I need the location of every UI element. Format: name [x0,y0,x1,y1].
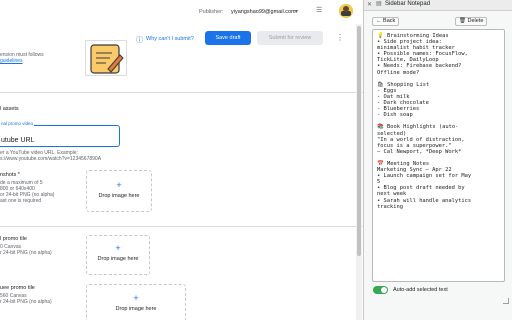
scrollbar-thumb[interactable] [357,26,361,256]
marquee-promo-desc-2: r 24-bit PNG (no alpha) [0,299,52,305]
marquee-promo-dropzone[interactable]: + Drop image here [86,284,186,320]
drop-label: Drop image here [97,256,139,262]
notepad-icon [90,44,124,74]
notepad-app-icon: ▤ [376,1,382,7]
divider [0,92,363,93]
save-draft-button[interactable]: Save draft [205,31,251,45]
panel-title: Sidebar Notepad [385,1,431,7]
guidelines-link[interactable]: guidelines [0,58,23,64]
plus-icon: + [115,243,121,253]
divider [0,226,363,227]
promo-help-line2: s://www.youtube.com/watch?v=1234567890A [0,156,102,162]
scrollbar[interactable] [356,24,362,320]
drop-label: Drop image here [98,193,140,199]
notes-content[interactable]: 💡 Brainstorming Ideas • Side project ide… [377,33,500,210]
help-icon[interactable]: ⓘ [136,35,143,45]
why-cant-submit-link[interactable]: Why can't I submit? [146,36,194,42]
drop-label: Drop image here [115,306,157,312]
auto-add-label: Auto-add selected text [393,287,448,293]
menu-icon[interactable]: ☰ [316,6,322,14]
publisher-email[interactable]: yiyangshao99@gmail.com [231,9,296,15]
screenshots-desc-4: ast one is required [0,198,42,204]
small-promo-dropzone[interactable]: + Drop image here [86,235,150,275]
auto-add-toggle[interactable] [373,286,388,294]
notes-textarea[interactable]: 💡 Brainstorming Ideas • Side project ide… [372,29,505,282]
small-promo-heading: l promo tile [0,236,27,242]
submit-for-review-button[interactable]: Submit for review [257,31,323,45]
extension-icon-preview [85,40,127,76]
plus-icon: + [116,180,122,190]
promo-video-input[interactable]: utube URL [1,137,34,144]
panel-resize-handle[interactable] [503,298,509,304]
small-promo-desc-2: r 24-bit PNG (no alpha) [0,250,52,256]
plus-icon: + [133,293,139,303]
web-store-page: Publisher: yiyangshao99@gmail.com ▾ ☰ ⓘ … [0,0,363,320]
screenshot-dropzone[interactable]: + Drop image here [86,170,152,212]
back-button[interactable]: ← Back [372,17,400,26]
screenshots-heading: nshots * [0,172,20,178]
more-vert-icon[interactable]: ⋮ [336,33,344,42]
sidebar-notepad-panel: ✕ ▤ Sidebar Notepad ← Back 🗑 Delete 💡 Br… [363,0,512,320]
promo-video-field[interactable]: utube URL [0,125,120,147]
publisher-label: Publisher: [199,9,224,15]
chevron-down-icon[interactable]: ▾ [295,8,298,15]
promo-video-label: nal promo video [0,121,35,126]
marquee-promo-heading: uee promo tile [0,285,35,291]
avatar[interactable] [339,4,353,18]
close-icon[interactable]: ✕ [367,1,372,8]
delete-button[interactable]: 🗑 Delete [455,17,488,26]
panel-header: ✕ ▤ Sidebar Notepad [364,0,512,11]
top-bar: Publisher: yiyangshao99@gmail.com ▾ ☰ [0,0,363,24]
graphic-assets-heading: l assets [0,106,19,112]
